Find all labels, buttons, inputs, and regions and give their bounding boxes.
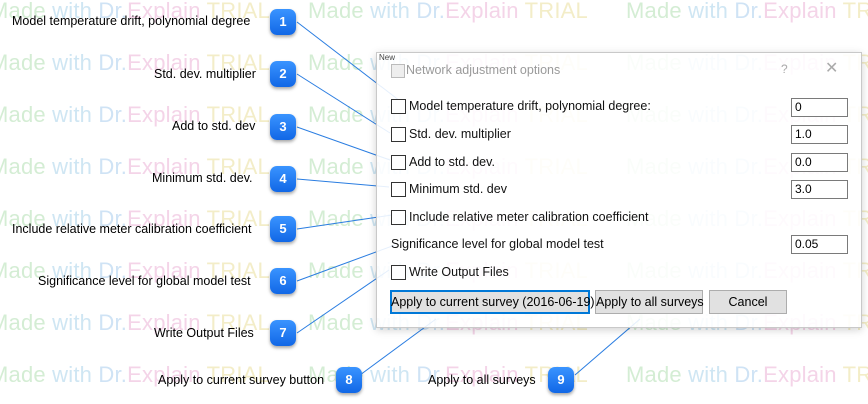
app-icon: [391, 64, 405, 78]
add-to-std-dev-input[interactable]: 0.0: [791, 153, 848, 172]
callout-label-9: Apply to all surveys: [428, 373, 536, 387]
add-to-std-dev-checkbox[interactable]: [391, 155, 406, 170]
callout-label-4: Minimum std. dev.: [152, 171, 253, 185]
callout-label-2: Std. dev. multiplier: [154, 67, 256, 81]
callout-label-3: Add to std. dev: [172, 119, 256, 133]
minimum-std-dev-checkbox[interactable]: [391, 182, 406, 197]
callout-label-8: Apply to current survey button: [158, 373, 325, 387]
callout-badge-5: 5: [270, 216, 296, 242]
callout-badge-9: 9: [548, 367, 574, 393]
callout-badge-6: 6: [270, 268, 296, 294]
dialog-corner-text: New: [379, 53, 396, 62]
apply-current-survey-button[interactable]: Apply to current survey (2016-06-19): [390, 290, 595, 314]
callout-label-6: Significance level for global model test: [38, 274, 251, 288]
relative-meter-calibration-label: Include relative meter calibration coeff…: [409, 210, 649, 224]
significance-level-label: Significance level for global model test: [391, 237, 604, 251]
temperature-drift-checkbox[interactable]: [391, 99, 406, 114]
add-to-std-dev-label: Add to std. dev.: [409, 155, 495, 169]
callout-label-5: Include relative meter calibration coeff…: [12, 222, 252, 236]
help-icon[interactable]: ?: [781, 62, 788, 76]
callout-badge-1: 1: [270, 9, 296, 35]
callout-badge-3: 3: [270, 114, 296, 140]
std-dev-multiplier-label: Std. dev. multiplier: [409, 127, 511, 141]
significance-level-input[interactable]: 0.05: [791, 235, 848, 254]
callout-label-7: Write Output Files: [154, 326, 254, 340]
std-dev-multiplier-input[interactable]: 1.0: [791, 125, 848, 144]
write-output-files-checkbox[interactable]: [391, 265, 406, 280]
callout-label-1: Model temperature drift, polynomial degr…: [12, 14, 251, 28]
close-icon[interactable]: ✕: [825, 58, 838, 78]
write-output-files-label: Write Output Files: [409, 265, 509, 279]
callout-badge-4: 4: [270, 166, 296, 192]
minimum-std-dev-label: Minimum std. dev: [409, 182, 507, 196]
temperature-drift-input[interactable]: 0: [791, 98, 848, 117]
cancel-button[interactable]: Cancel: [709, 290, 787, 314]
network-adjustment-dialog: New Network adjustment options ? ✕ Model…: [376, 52, 862, 328]
dialog-title: Network adjustment options: [406, 63, 561, 77]
callout-badge-7: 7: [270, 320, 296, 346]
callout-badge-2: 2: [270, 61, 296, 87]
std-dev-multiplier-checkbox[interactable]: [391, 127, 406, 142]
apply-all-surveys-button[interactable]: Apply to all surveys: [595, 290, 704, 314]
minimum-std-dev-input[interactable]: 3.0: [791, 180, 848, 199]
callout-badge-8: 8: [336, 367, 362, 393]
temperature-drift-label: Model temperature drift, polynomial degr…: [409, 99, 651, 113]
relative-meter-calibration-checkbox[interactable]: [391, 210, 406, 225]
